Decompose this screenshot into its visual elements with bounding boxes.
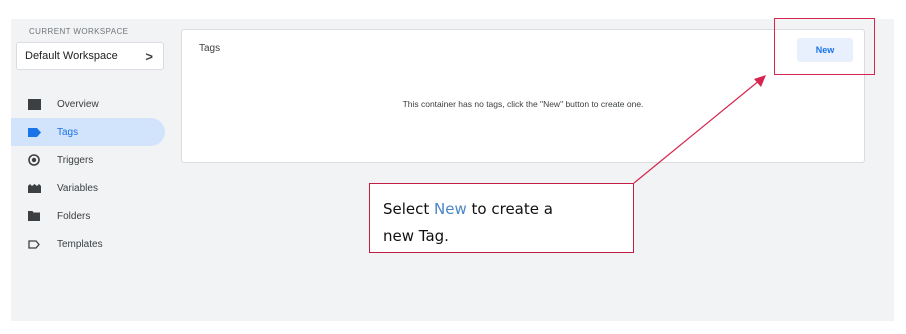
overview-icon <box>27 97 41 111</box>
callout-line-2: new Tag. <box>383 227 449 245</box>
new-button-highlight <box>774 18 875 75</box>
empty-state-message: This container has no tags, click the "N… <box>402 99 644 109</box>
variables-icon <box>27 181 41 195</box>
sidebar-item-label: Overview <box>57 98 99 110</box>
sidebar-item-tags[interactable]: Tags <box>11 118 165 146</box>
sidebar-item-label: Triggers <box>57 154 94 166</box>
sidebar-item-triggers[interactable]: Triggers <box>11 146 171 174</box>
sidebar-item-label: Folders <box>57 210 91 222</box>
instruction-callout: Select New to create a new Tag. <box>369 183 634 253</box>
folder-icon <box>27 209 41 223</box>
sidebar-item-folders[interactable]: Folders <box>11 202 171 230</box>
callout-line-1: Select New to create a <box>383 196 633 223</box>
callout-highlight: New <box>434 200 467 218</box>
sidebar-item-label: Tags <box>57 126 79 138</box>
chevron-right-icon: > <box>145 48 153 64</box>
sidebar-nav: Overview Tags Triggers Variables Folders <box>11 90 171 258</box>
callout-text-before: Select <box>383 200 435 218</box>
callout-text-after: to create a <box>466 200 553 218</box>
sidebar-item-label: Variables <box>57 182 98 194</box>
gtm-workspace-app: CURRENT WORKSPACE Default Workspace > Ov… <box>11 19 894 321</box>
template-icon <box>27 237 41 251</box>
card-title: Tags <box>199 43 221 54</box>
sidebar-item-variables[interactable]: Variables <box>11 174 171 202</box>
sidebar-item-templates[interactable]: Templates <box>11 230 171 258</box>
sidebar-item-overview[interactable]: Overview <box>11 90 171 118</box>
current-workspace-label: CURRENT WORKSPACE <box>29 27 129 36</box>
tags-card: Tags New This container has no tags, cli… <box>181 29 865 163</box>
trigger-icon <box>27 153 41 167</box>
workspace-selector[interactable]: Default Workspace > <box>16 42 164 70</box>
workspace-name: Default Workspace <box>25 50 118 62</box>
tag-icon <box>27 125 41 139</box>
sidebar-item-label: Templates <box>57 238 103 250</box>
